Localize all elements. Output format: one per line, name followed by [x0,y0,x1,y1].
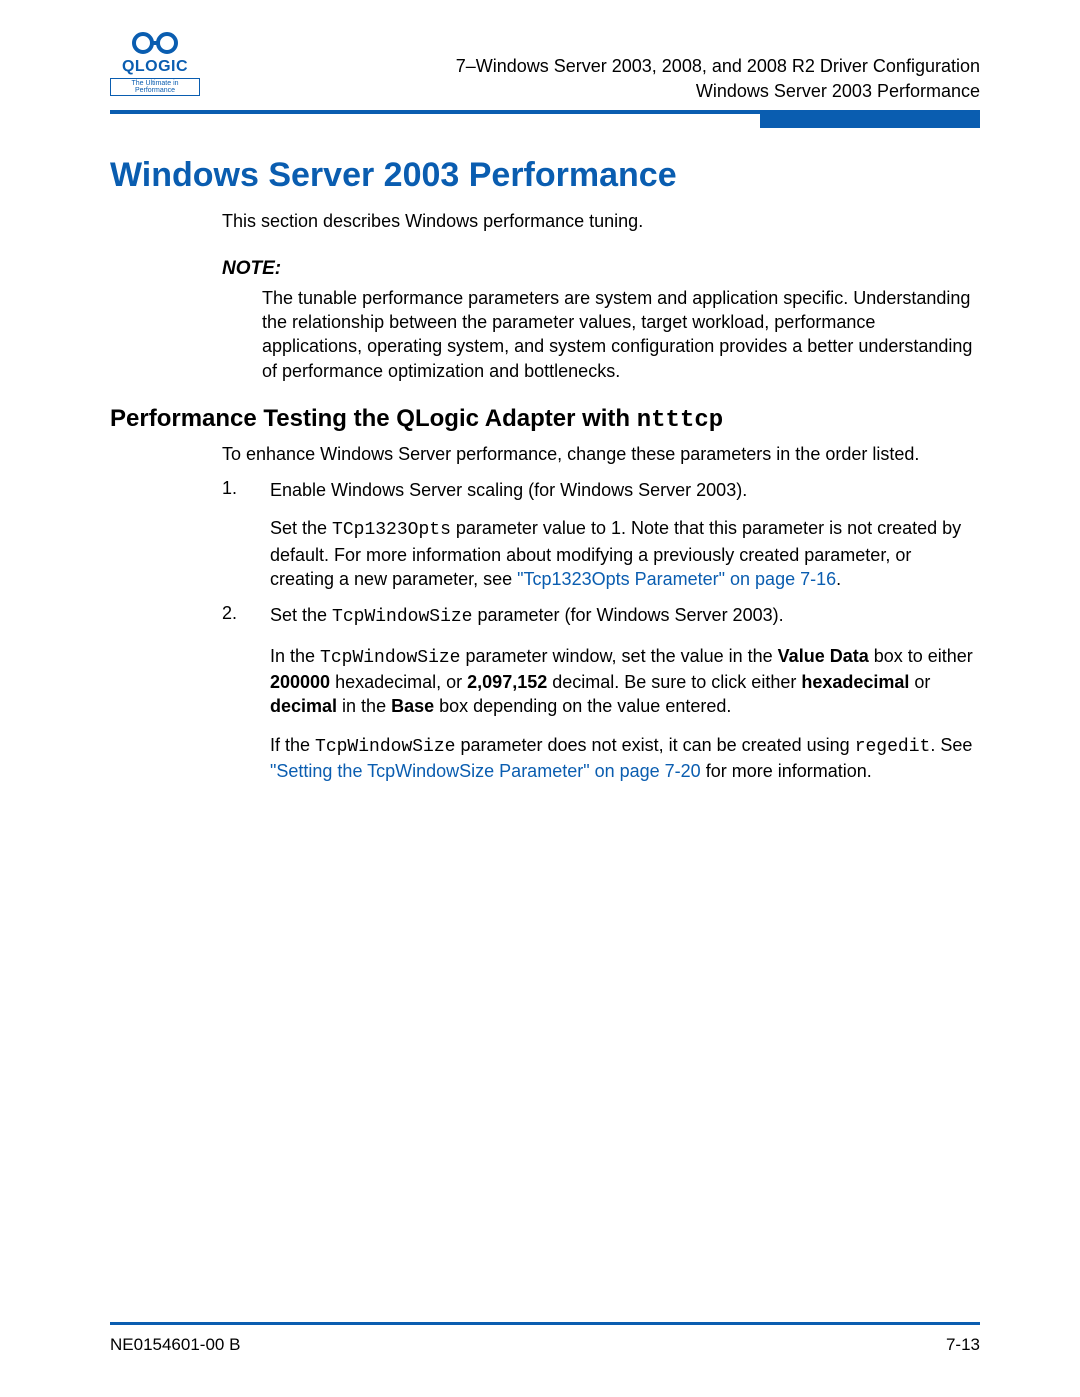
chapter-title: 7–Windows Server 2003, 2008, and 2008 R2… [456,54,980,79]
tcp1323opts-link[interactable]: "Tcp1323Opts Parameter" on page 7-16 [517,569,836,589]
step-content: Enable Windows Server scaling (for Windo… [270,478,980,591]
step-item: 1. Enable Windows Server scaling (for Wi… [222,478,980,591]
page-header: QLOGIC The Ultimate in Performance 7–Win… [110,30,980,104]
qlogic-mark-icon [130,30,180,56]
step-detail: Set the TCp1323Opts parameter value to 1… [270,516,980,591]
tcpwindowsize-link[interactable]: "Setting the TcpWindowSize Parameter" on… [270,761,701,781]
note-block: NOTE: The tunable performance parameters… [222,258,980,383]
step-detail: If the TcpWindowSize parameter does not … [270,733,980,784]
note-body: The tunable performance parameters are s… [262,286,980,383]
step-content: Set the TcpWindowSize parameter (for Win… [270,603,980,783]
footer-rule [110,1322,980,1325]
step-item: 2. Set the TcpWindowSize parameter (for … [222,603,980,783]
step-number: 2. [222,603,270,783]
step-detail: In the TcpWindowSize parameter window, s… [270,644,980,719]
logo-brand: QLOGIC [110,58,200,76]
page-number: 7-13 [946,1335,980,1355]
page-footer: NE0154601-00 B 7-13 [110,1335,980,1355]
header-accent [110,114,980,128]
step-lead: Enable Windows Server scaling (for Windo… [270,478,980,502]
page-title: Windows Server 2003 Performance [110,156,980,195]
doc-number: NE0154601-00 B [110,1335,240,1355]
subheading-code: ntttcp [637,407,723,434]
step-lead: Set the TcpWindowSize parameter (for Win… [270,603,980,629]
logo: QLOGIC The Ultimate in Performance [110,30,200,97]
logo-tagline: The Ultimate in Performance [110,78,200,96]
note-heading: NOTE: [222,258,980,280]
running-header: 7–Windows Server 2003, 2008, and 2008 R2… [456,30,980,104]
subheading: Performance Testing the QLogic Adapter w… [110,405,980,434]
intro-text: This section describes Windows performan… [222,209,980,233]
section-title: Windows Server 2003 Performance [456,79,980,104]
step-number: 1. [222,478,270,591]
subheading-text: Performance Testing the QLogic Adapter w… [110,405,637,432]
steps-list: 1. Enable Windows Server scaling (for Wi… [222,478,980,783]
subintro: To enhance Windows Server performance, c… [222,442,980,466]
